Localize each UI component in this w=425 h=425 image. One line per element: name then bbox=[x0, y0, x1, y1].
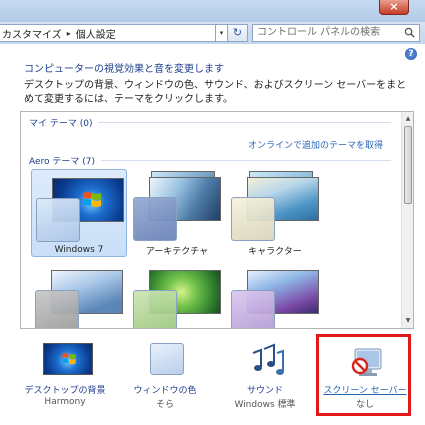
desktop-background-icon bbox=[43, 343, 93, 375]
desktop-background-label: デスクトップの背景 bbox=[24, 386, 106, 396]
aero-themes-header: Aero テーマ (7) bbox=[29, 154, 391, 167]
my-themes-header: マイ テーマ (0) bbox=[29, 116, 391, 129]
window-color-button[interactable]: ウィンドウの色 そら bbox=[120, 339, 210, 419]
address-row: カスタマイズ ▸ 個人設定 ▾ ↻ コントロール パネルの検索 bbox=[0, 22, 425, 44]
theme-architecture-label: アーキテクチャ bbox=[145, 247, 209, 257]
sound-button[interactable]: サウンド Windows 標準 bbox=[220, 339, 310, 419]
theme-characters-glass bbox=[231, 197, 275, 241]
scroll-up-icon[interactable]: ▲ bbox=[403, 114, 413, 124]
address-dropdown-icon[interactable]: ▾ bbox=[216, 24, 228, 42]
theme-characters-label: キャラクター bbox=[248, 247, 302, 257]
close-window-button[interactable]: × bbox=[379, 0, 409, 15]
music-notes-icon bbox=[252, 343, 284, 375]
my-themes-label: マイ テーマ (0) bbox=[29, 119, 93, 129]
theme-characters[interactable]: キャラクター bbox=[227, 169, 323, 257]
theme-architecture[interactable]: アーキテクチャ bbox=[129, 169, 225, 257]
content-pane: ? コンピューターの視覚効果と音を変更します デスクトップの背景、ウィンドウの色… bbox=[0, 44, 425, 425]
sound-value: Windows 標準 bbox=[234, 400, 296, 410]
page-description: デスクトップの背景、ウィンドウの色、サウンド、およびスクリーン セーバーをまとめ… bbox=[24, 80, 407, 105]
refresh-button[interactable]: ↻ bbox=[228, 24, 248, 42]
window-color-label: ウィンドウの色 bbox=[133, 386, 197, 396]
theme-windows7[interactable]: Windows 7 bbox=[31, 169, 127, 257]
scroll-down-icon[interactable]: ▼ bbox=[403, 316, 413, 326]
theme-row2-2[interactable] bbox=[129, 262, 225, 328]
theme-settings-bar: デスクトップの背景 Harmony ウィンドウの色 そら サウンド Window… bbox=[20, 334, 414, 425]
help-icon[interactable]: ? bbox=[405, 48, 417, 60]
highlight-frame bbox=[316, 334, 411, 416]
scroll-thumb[interactable] bbox=[404, 126, 412, 204]
theme-windows7-glass bbox=[36, 198, 80, 242]
theme-windows7-label: Windows 7 bbox=[54, 245, 104, 255]
theme-row2-2-glass bbox=[133, 290, 177, 328]
divider bbox=[101, 160, 391, 161]
windows-logo-icon bbox=[62, 353, 76, 365]
desktop-background-button[interactable]: デスクトップの背景 Harmony bbox=[20, 339, 110, 419]
page-heading: コンピューターの視覚効果と音を変更します bbox=[24, 64, 224, 75]
divider bbox=[98, 122, 391, 123]
theme-row2-1-glass bbox=[35, 290, 79, 328]
title-bar: × bbox=[0, 0, 425, 22]
online-themes-link[interactable]: オンラインで追加のテーマを取得 bbox=[248, 138, 383, 151]
breadcrumb-item-personalization[interactable]: 個人設定 bbox=[76, 26, 116, 41]
window-color-icon bbox=[150, 343, 184, 375]
theme-row2-3[interactable] bbox=[227, 262, 323, 328]
window-color-value: そら bbox=[155, 400, 174, 410]
aero-themes-label: Aero テーマ (7) bbox=[29, 157, 96, 167]
search-icon[interactable] bbox=[404, 27, 415, 38]
breadcrumb-separator-icon[interactable]: ▸ bbox=[67, 29, 71, 38]
search-input[interactable]: コントロール パネルの検索 bbox=[252, 24, 420, 42]
search-placeholder: コントロール パネルの検索 bbox=[257, 27, 381, 38]
breadcrumb[interactable]: カスタマイズ ▸ 個人設定 bbox=[0, 24, 216, 42]
sound-label: サウンド bbox=[246, 386, 283, 396]
theme-row2-3-glass bbox=[231, 290, 275, 328]
breadcrumb-item-customize[interactable]: カスタマイズ bbox=[2, 26, 62, 41]
theme-architecture-glass bbox=[133, 197, 177, 241]
desktop-background-value: Harmony bbox=[44, 397, 86, 407]
windows-logo-icon bbox=[83, 192, 101, 207]
theme-row2-1[interactable] bbox=[31, 262, 127, 328]
theme-list-scrollbar[interactable]: ▲ ▼ bbox=[401, 112, 413, 328]
theme-list[interactable]: マイ テーマ (0) オンラインで追加のテーマを取得 Aero テーマ (7) … bbox=[20, 111, 414, 329]
